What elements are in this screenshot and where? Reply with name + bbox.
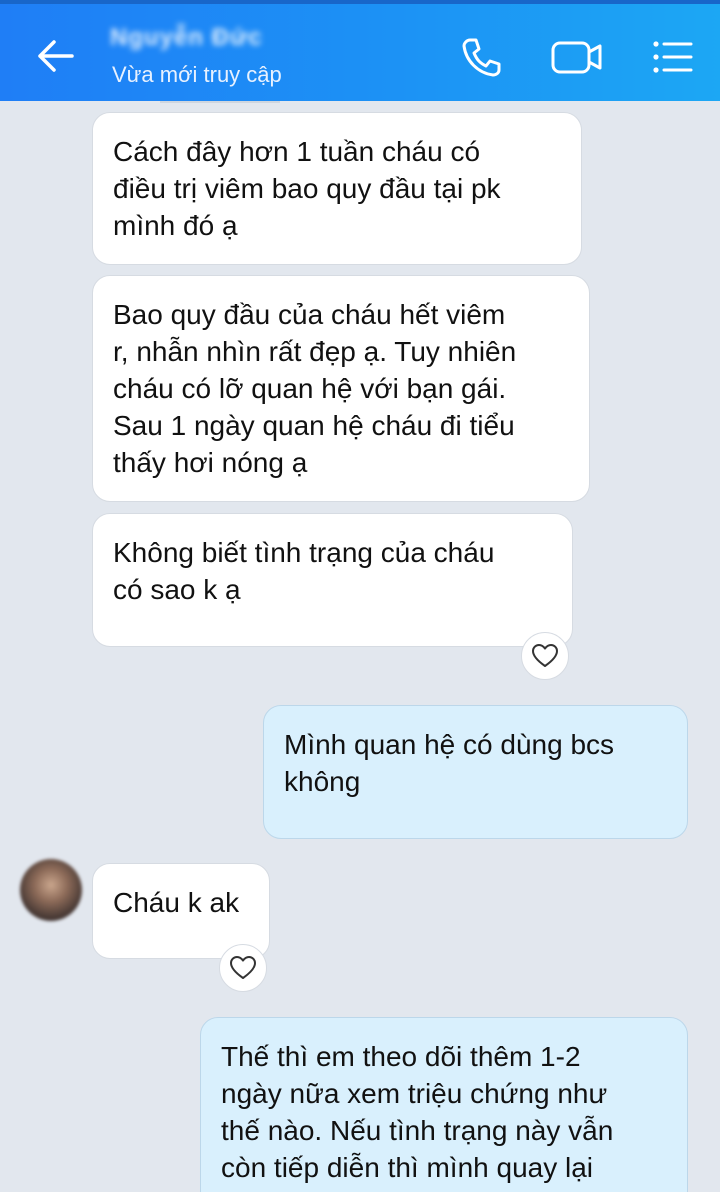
video-camera-icon xyxy=(551,41,602,74)
message-bubble-outgoing[interactable]: Mình quan hệ có dùng bcs không xyxy=(263,705,688,839)
chat-header: Nguyễn Đức Vừa mới truy cập xyxy=(0,0,720,101)
react-heart-button[interactable] xyxy=(521,632,569,680)
contact-avatar[interactable] xyxy=(20,859,82,921)
contact-status: Vừa mới truy cập xyxy=(112,62,282,87)
video-call-button[interactable] xyxy=(548,34,606,80)
list-menu-icon xyxy=(653,41,693,73)
react-heart-button[interactable] xyxy=(219,944,267,992)
arrow-left-icon xyxy=(38,40,74,72)
back-button[interactable] xyxy=(30,34,80,78)
phone-icon xyxy=(462,38,501,77)
heart-icon xyxy=(230,956,256,979)
menu-button[interactable] xyxy=(648,36,696,78)
message-bubble-incoming[interactable]: Bao quy đầu của cháu hết viêm r, nhẫn nh… xyxy=(92,275,590,502)
message-list[interactable]: Cách đây hơn 1 tuần cháu có điều trị viê… xyxy=(0,101,720,1192)
message-bubble-incoming[interactable]: Cách đây hơn 1 tuần cháu có điều trị viê… xyxy=(92,112,582,265)
contact-name[interactable]: Nguyễn Đức xyxy=(110,24,263,52)
message-bubble-incoming[interactable]: Không biết tình trạng của cháu có sao k … xyxy=(92,513,573,647)
message-bubble-outgoing[interactable]: Thế thì em theo dõi thêm 1-2 ngày nữa xe… xyxy=(200,1017,688,1192)
heart-icon xyxy=(532,644,558,667)
divider xyxy=(160,101,280,103)
call-button[interactable] xyxy=(458,34,504,80)
